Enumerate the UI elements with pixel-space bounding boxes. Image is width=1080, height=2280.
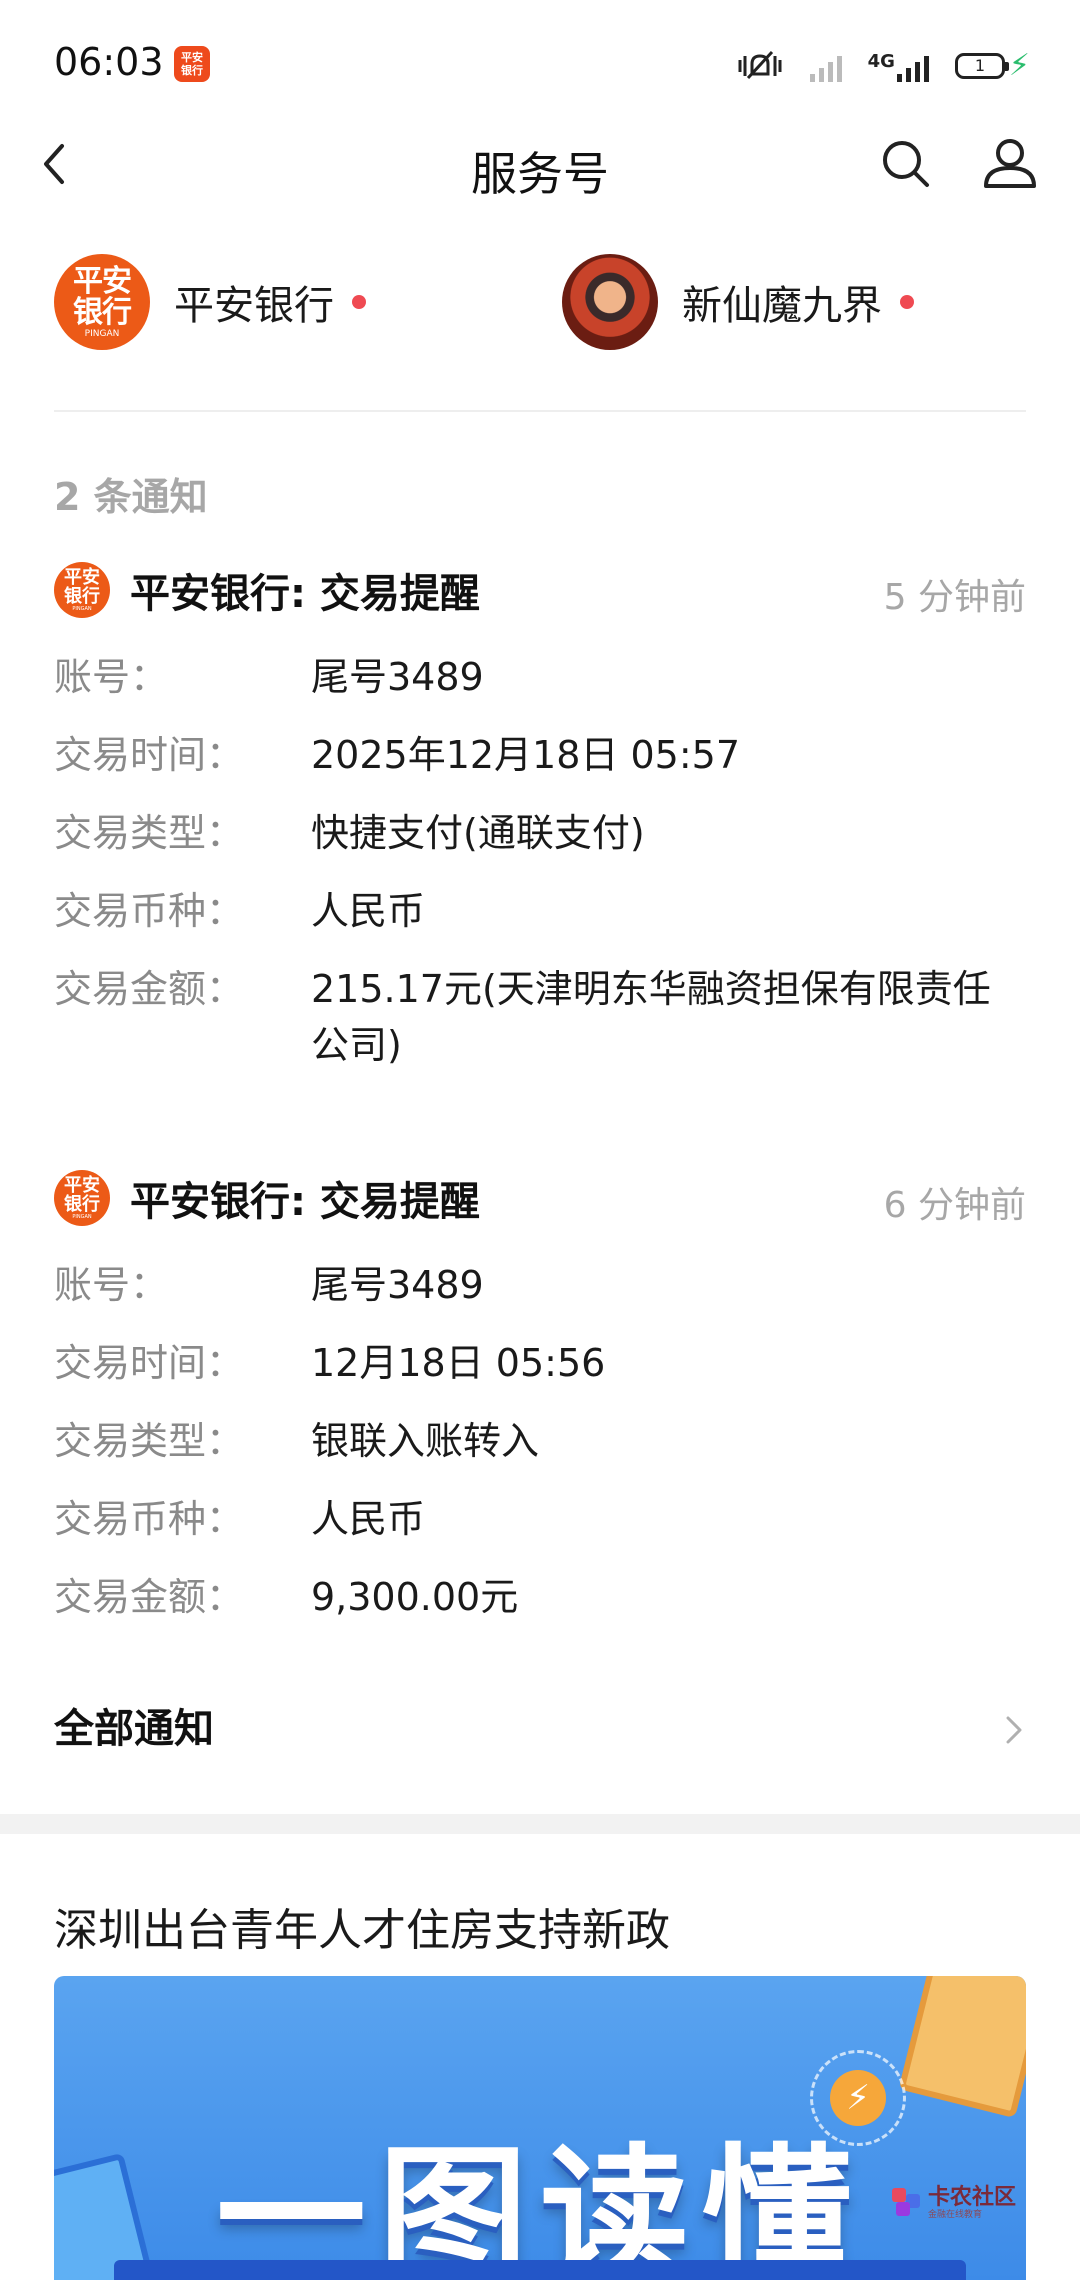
service-accounts-row: 平安 银行 PINGAN 平安银行 新仙魔九界 bbox=[54, 252, 1026, 352]
status-time: 06:03 bbox=[54, 40, 164, 84]
pingan-logo-avatar: 平安 银行 PINGAN bbox=[54, 254, 150, 350]
network-type-label: 4G bbox=[867, 51, 895, 72]
field-row-currency: 交易币种： 人民币 bbox=[54, 872, 1026, 950]
field-label: 交易金额： bbox=[54, 1575, 245, 1619]
field-row-type: 交易类型： 快捷支付(通联支付) bbox=[54, 794, 1026, 872]
unread-dot bbox=[352, 295, 366, 309]
divider bbox=[54, 410, 1026, 412]
logo-line-2: 银行 bbox=[64, 1194, 100, 1215]
field-row-amount: 交易金额： 9,300.00元 bbox=[54, 1558, 1026, 1636]
all-notifications-link[interactable]: 全部通知 bbox=[54, 1694, 1026, 1764]
avatar-line-3: PINGAN bbox=[84, 329, 120, 339]
field-label: 交易币种： bbox=[54, 889, 245, 933]
banner-headline: 一图读懂 bbox=[215, 2131, 864, 2280]
notification-fields: 账号： 尾号3489 交易时间： 2025年12月18日 05:57 交易类型：… bbox=[54, 638, 1026, 1073]
notification-count: 2 条通知 bbox=[54, 475, 208, 519]
chevron-right-icon bbox=[1006, 1716, 1022, 1744]
logo-line-2: 银行 bbox=[64, 586, 100, 607]
field-label: 交易类型： bbox=[54, 1419, 245, 1463]
watermark-logo-icon bbox=[891, 2188, 922, 2218]
notification-title: 平安银行: 交易提醒 bbox=[130, 1179, 480, 1225]
battery-status: 1 ⚡ bbox=[954, 48, 1030, 83]
notification-header: 平安 银行 PINGAN 平安银行: 交易提醒 6 分钟前 bbox=[54, 1164, 1026, 1232]
status-bar: 06:03 平安 银行 4G 1 ⚡ bbox=[0, 0, 1080, 130]
game-character-avatar bbox=[562, 254, 658, 350]
field-label: 账号： bbox=[54, 655, 169, 699]
notification-card[interactable]: 平安 银行 PINGAN 平安银行: 交易提醒 5 分钟前 账号： 尾号3489… bbox=[54, 556, 1026, 1073]
field-label: 交易时间： bbox=[54, 733, 245, 777]
account-name: 平安银行 bbox=[174, 283, 334, 329]
logo-line-1: 平安 bbox=[64, 1175, 100, 1196]
status-app-icon-line-1: 平安 bbox=[181, 51, 203, 64]
unread-dot bbox=[900, 295, 914, 309]
search-icon[interactable] bbox=[878, 136, 932, 190]
field-label: 交易类型： bbox=[54, 811, 245, 855]
field-value: 尾号3489 bbox=[311, 655, 484, 699]
avatar-line-2: 银行 bbox=[73, 295, 132, 330]
field-row-time: 交易时间： 12月18日 05:56 bbox=[54, 1324, 1026, 1402]
signal-2-icon: 4G bbox=[868, 50, 929, 82]
banner-decoration bbox=[114, 2260, 966, 2280]
all-notifications-label: 全部通知 bbox=[54, 1706, 214, 1752]
field-label: 交易时间： bbox=[54, 1341, 245, 1385]
logo-line-3: PINGAN bbox=[72, 1214, 92, 1220]
battery-icon: 1 bbox=[954, 53, 1009, 79]
field-row-amount: 交易金额： 215.17元(天津明东华融资担保有限责任公司) bbox=[54, 950, 1026, 1073]
user-icon[interactable] bbox=[982, 134, 1038, 190]
account-pingan-bank[interactable]: 平安 银行 PINGAN 平安银行 bbox=[54, 252, 366, 352]
field-value: 9,300.00元 bbox=[311, 1575, 519, 1619]
pingan-logo-icon: 平安 银行 PINGAN bbox=[54, 1170, 110, 1226]
field-label: 交易金额： bbox=[54, 967, 245, 1011]
field-row-time: 交易时间： 2025年12月18日 05:57 bbox=[54, 716, 1026, 794]
field-value: 人民币 bbox=[311, 889, 426, 933]
field-value: 215.17元(天津明东华融资担保有限责任公司) bbox=[311, 967, 991, 1067]
article-banner-image[interactable]: ⚡ 一图读懂 卡农社区 金融在线教育 bbox=[54, 1976, 1026, 2280]
nav-bar: 服务号 bbox=[0, 120, 1080, 210]
notification-fields: 账号： 尾号3489 交易时间： 12月18日 05:56 交易类型： 银联入账… bbox=[54, 1246, 1026, 1636]
field-value: 2025年12月18日 05:57 bbox=[311, 733, 741, 777]
logo-line-1: 平安 bbox=[64, 567, 100, 588]
status-app-icon-line-2: 银行 bbox=[181, 64, 203, 77]
watermark-subtext: 金融在线教育 bbox=[927, 2210, 982, 2220]
field-value: 银联入账转入 bbox=[311, 1419, 540, 1463]
notification-card[interactable]: 平安 银行 PINGAN 平安银行: 交易提醒 6 分钟前 账号： 尾号3489… bbox=[54, 1164, 1026, 1636]
notification-header: 平安 银行 PINGAN 平安银行: 交易提醒 5 分钟前 bbox=[54, 556, 1026, 624]
logo-line-3: PINGAN bbox=[72, 606, 92, 612]
field-row-account: 账号： 尾号3489 bbox=[54, 638, 1026, 716]
avatar-line-1: 平安 bbox=[73, 264, 132, 299]
pingan-logo-icon: 平安 银行 PINGAN bbox=[54, 562, 110, 618]
field-label: 账号： bbox=[54, 1263, 169, 1307]
account-name: 新仙魔九界 bbox=[682, 283, 882, 329]
watermark: 卡农社区 金融在线教育 bbox=[891, 2185, 1016, 2220]
field-row-currency: 交易币种： 人民币 bbox=[54, 1480, 1026, 1558]
notification-time: 6 分钟前 bbox=[883, 1185, 1026, 1226]
notification-time: 5 分钟前 bbox=[883, 577, 1026, 618]
field-value: 快捷支付(通联支付) bbox=[311, 811, 645, 855]
field-value: 人民币 bbox=[311, 1497, 426, 1541]
field-row-account: 账号： 尾号3489 bbox=[54, 1246, 1026, 1324]
signal-1-icon bbox=[809, 50, 842, 82]
field-label: 交易币种： bbox=[54, 1497, 245, 1541]
vibrate-mute-icon bbox=[738, 50, 782, 80]
field-value: 尾号3489 bbox=[311, 1263, 484, 1307]
charging-icon: ⚡ bbox=[1008, 48, 1030, 83]
field-row-type: 交易类型： 银联入账转入 bbox=[54, 1402, 1026, 1480]
watermark-text: 卡农社区 bbox=[927, 2185, 1016, 2210]
notification-title: 平安银行: 交易提醒 bbox=[130, 571, 480, 617]
article-title[interactable]: 深圳出台青年人才住房支持新政 bbox=[54, 1894, 670, 1958]
status-icons: 4G 1 ⚡ bbox=[736, 46, 1030, 86]
section-separator bbox=[0, 1814, 1080, 1834]
field-value: 12月18日 05:56 bbox=[311, 1341, 606, 1385]
pingan-notification-icon: 平安 银行 bbox=[174, 46, 210, 82]
account-xinxian-mojiujie[interactable]: 新仙魔九界 bbox=[562, 252, 914, 352]
